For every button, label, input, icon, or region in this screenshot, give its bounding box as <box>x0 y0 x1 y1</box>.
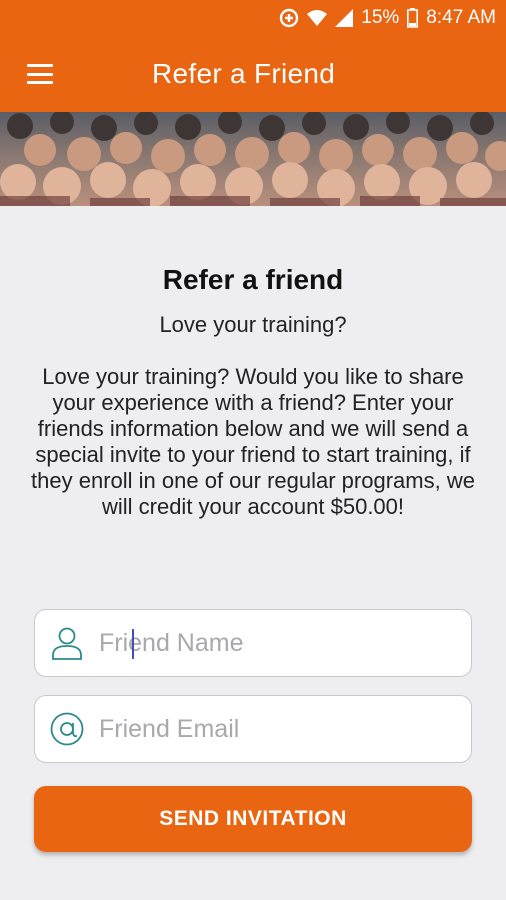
page-subheading: Love your training? <box>159 312 347 337</box>
referral-description: Love your training? Would you like to sh… <box>31 364 475 519</box>
menu-button[interactable] <box>0 36 80 112</box>
friend-name-field[interactable] <box>34 609 472 677</box>
data-saver-icon <box>279 8 299 28</box>
at-sign-icon <box>35 711 99 747</box>
battery-percent: 15% <box>361 7 400 28</box>
page-heading: Refer a friend <box>162 264 344 295</box>
signal-icon <box>335 9 354 27</box>
app-bar: Refer a Friend <box>0 36 506 112</box>
app-title: Refer a Friend <box>152 58 336 89</box>
crowd-banner-image <box>0 112 506 206</box>
send-invitation-button[interactable]: SEND INVITATION <box>34 786 472 852</box>
wifi-icon <box>307 9 328 27</box>
battery-icon <box>407 8 419 28</box>
hamburger-menu-icon <box>27 64 53 84</box>
text-cursor <box>132 629 134 659</box>
status-bar: 15% 8:47 AM <box>0 0 506 36</box>
person-icon <box>35 625 99 661</box>
friend-name-input[interactable] <box>99 628 439 658</box>
friend-email-input[interactable] <box>99 714 439 744</box>
main-content: Refer a friend Love your training? Love … <box>0 206 506 520</box>
friend-email-field[interactable] <box>34 695 472 763</box>
clock: 8:47 AM <box>426 7 496 28</box>
